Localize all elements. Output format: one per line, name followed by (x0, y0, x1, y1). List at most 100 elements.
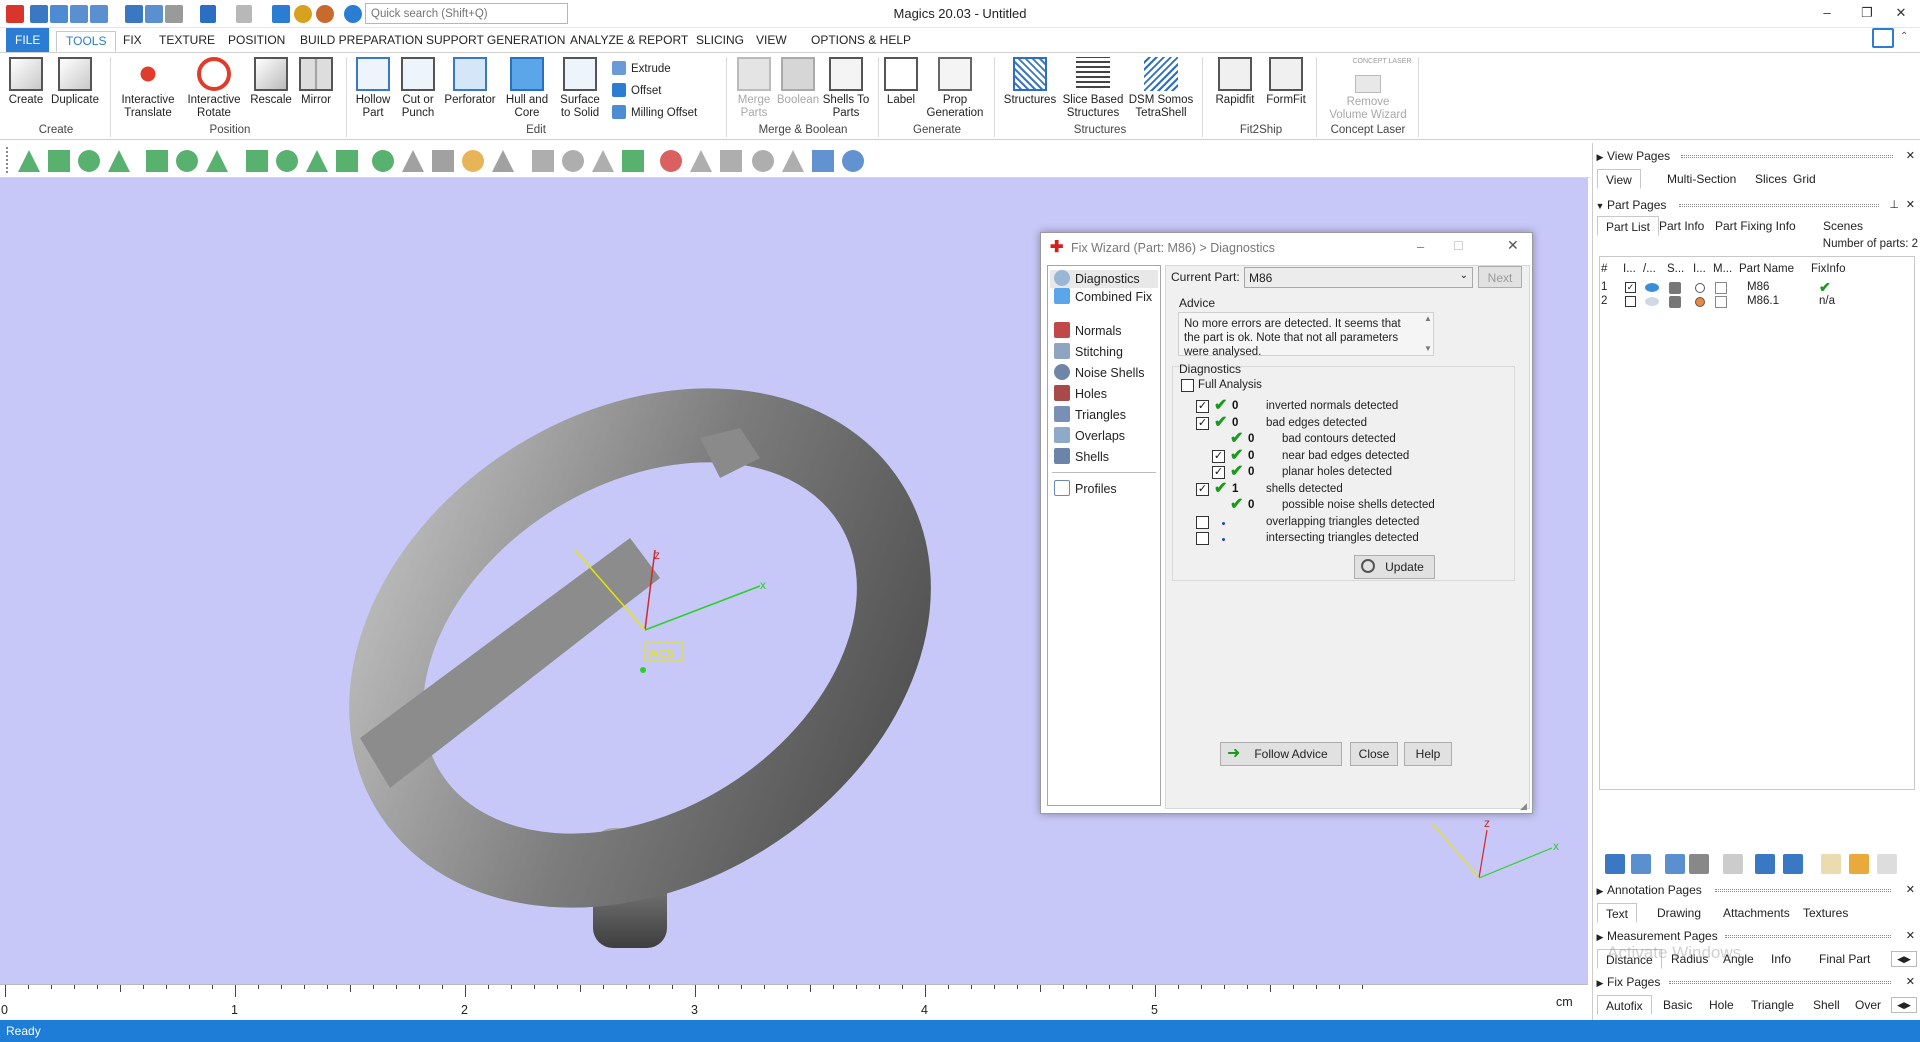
column-header[interactable]: I... (1623, 263, 1636, 275)
nav-stitching[interactable]: Stitching (1054, 343, 1123, 361)
tab-part-list[interactable]: Part List (1597, 216, 1660, 236)
part-info-icon[interactable] (1689, 854, 1709, 874)
tab-options-help[interactable]: OPTIONS & HELP (802, 31, 920, 52)
mark-tool-icon[interactable] (592, 150, 614, 172)
tab-view[interactable]: VIEW (747, 31, 796, 52)
mark-tool-icon[interactable] (206, 150, 228, 172)
tab-support-generation[interactable]: SUPPORT GENERATION (417, 31, 574, 52)
eye-icon[interactable] (1645, 283, 1659, 292)
label-button[interactable]: Label (884, 57, 918, 107)
mark-tool-icon[interactable] (842, 150, 864, 172)
tab-analyze-report[interactable]: ANALYZE & REPORT (561, 31, 697, 52)
part-name[interactable]: M86.1 (1747, 295, 1779, 307)
mark-tool-icon[interactable] (336, 150, 358, 172)
milling-offset-button[interactable]: Milling Offset (612, 105, 697, 119)
current-part-select[interactable]: M86 ⌄ (1244, 267, 1473, 288)
diagnostic-checkbox[interactable] (1196, 532, 1209, 545)
structures-button[interactable]: Structures (1002, 57, 1058, 107)
nav-triangles[interactable]: Triangles (1054, 406, 1126, 424)
close-icon[interactable]: ✕ (1906, 973, 1915, 992)
tab-drawing[interactable]: Drawing (1649, 903, 1709, 923)
create-button[interactable]: Create (6, 57, 46, 107)
update-button[interactable]: Update (1354, 555, 1435, 579)
column-header[interactable]: I... (1693, 263, 1706, 275)
part-visible-checkbox[interactable] (1625, 296, 1636, 307)
eye-icon[interactable] (1645, 297, 1659, 306)
mark-tool-icon[interactable] (146, 150, 168, 172)
delete-part-icon[interactable] (1723, 854, 1743, 874)
tab-scroll-arrows[interactable]: ◀▶ (1891, 997, 1917, 1013)
tag-icon[interactable] (1821, 854, 1841, 874)
tab-part-info[interactable]: Part Info (1651, 216, 1712, 236)
boolean-button[interactable]: Boolean (776, 57, 820, 107)
mark-tool-icon[interactable] (306, 150, 328, 172)
tab-shell[interactable]: Shell (1805, 995, 1848, 1015)
extrude-button[interactable]: Extrude (612, 61, 671, 75)
color-part-icon[interactable] (1755, 854, 1775, 874)
diagnostic-checkbox[interactable] (1196, 515, 1209, 529)
label-tag-icon[interactable] (1849, 854, 1869, 874)
close-icon[interactable]: ✕ (1906, 927, 1915, 946)
view-pages-header[interactable]: ▶ View Pages ✕ (1593, 147, 1920, 166)
layout-toggle-icon[interactable] (1872, 28, 1894, 48)
remove-volume-wizard-button[interactable]: Remove Volume Wizard (1326, 75, 1410, 122)
shells-to-parts-button[interactable]: Shells To Parts (822, 57, 870, 120)
surface-to-solid-button[interactable]: Surface to Solid (556, 57, 604, 120)
mark-tool-icon[interactable] (176, 150, 198, 172)
tab-over[interactable]: Over (1847, 995, 1889, 1015)
mark-tool-icon[interactable] (812, 150, 834, 172)
nav-diagnostics[interactable]: Diagnostics (1050, 270, 1158, 288)
tab-scenes[interactable]: Scenes (1815, 216, 1871, 236)
tab-build-preparation[interactable]: BUILD PREPARATION (291, 31, 432, 52)
tab-autofix[interactable]: Autofix (1597, 995, 1652, 1015)
rescale-button[interactable]: Rescale (250, 57, 292, 107)
part-visible-checkbox[interactable]: ✓ (1625, 282, 1636, 293)
resize-grip-icon[interactable]: ◢ (1520, 801, 1527, 812)
hull-and-core-button[interactable]: Hull and Core (502, 57, 552, 120)
tab-tools[interactable]: TOOLS (56, 31, 117, 52)
follow-advice-button[interactable]: ➜ Follow Advice (1220, 742, 1342, 766)
shading-icon[interactable] (1669, 296, 1681, 308)
tetrashell-button[interactable]: DSM Somos TetraShell (1128, 57, 1194, 120)
mark-tool-icon[interactable] (78, 150, 100, 172)
mark-tool-icon[interactable] (108, 150, 130, 172)
tab-texture[interactable]: TEXTURE (150, 31, 224, 52)
prop-generation-button[interactable]: Prop Generation (924, 57, 986, 120)
diagnostic-checkbox[interactable]: ✓ (1212, 466, 1225, 479)
tab-view-page[interactable]: View (1597, 169, 1641, 189)
diagnostic-checkbox[interactable]: ✓ (1212, 449, 1225, 463)
dialog-close-icon[interactable]: ✕ (1507, 237, 1519, 254)
part-color-icon[interactable] (1695, 283, 1705, 293)
nav-overlaps[interactable]: Overlaps (1054, 427, 1125, 445)
interactive-translate-button[interactable]: Interactive Translate (118, 57, 178, 120)
tab-scroll-arrows[interactable]: ◀▶ (1891, 951, 1917, 967)
offset-button[interactable]: Offset (612, 83, 661, 97)
merge-parts-button[interactable]: Merge Parts (732, 57, 776, 120)
tab-grid[interactable]: Grid (1785, 169, 1824, 189)
mark-tool-icon[interactable] (690, 150, 712, 172)
column-header[interactable]: S... (1667, 263, 1684, 275)
tab-info[interactable]: Info (1763, 949, 1799, 969)
scroll-up-icon[interactable]: ▲ (1424, 314, 1432, 323)
tab-attachments[interactable]: Attachments (1715, 903, 1798, 923)
tab-triangle[interactable]: Triangle (1743, 995, 1802, 1015)
tab-textures[interactable]: Textures (1795, 903, 1856, 923)
select-parts-icon[interactable] (1631, 854, 1651, 874)
part-color-icon[interactable] (1695, 297, 1705, 307)
mark-tool-icon[interactable] (462, 150, 484, 172)
help-button[interactable]: Help (1404, 742, 1452, 766)
nav-normals[interactable]: Normals (1054, 322, 1122, 340)
tab-text[interactable]: Text (1597, 903, 1638, 923)
copy-part-icon[interactable] (1665, 854, 1685, 874)
mark-tool-icon[interactable] (48, 150, 70, 172)
formfit-button[interactable]: FormFit (1262, 57, 1310, 107)
nav-shells[interactable]: Shells (1054, 448, 1109, 466)
tab-file[interactable]: FILE (6, 28, 50, 52)
column-header[interactable]: # (1601, 263, 1607, 275)
fix-pages-header[interactable]: ▶ Fix Pages ✕ (1593, 973, 1920, 992)
mirror-button[interactable]: Mirror (296, 57, 336, 107)
column-header[interactable]: /... (1643, 263, 1656, 275)
close-window-button[interactable]: ✕ (1886, 2, 1916, 24)
tab-part-fixing-info[interactable]: Part Fixing Info (1707, 216, 1804, 236)
full-analysis-checkbox[interactable] (1181, 379, 1194, 392)
